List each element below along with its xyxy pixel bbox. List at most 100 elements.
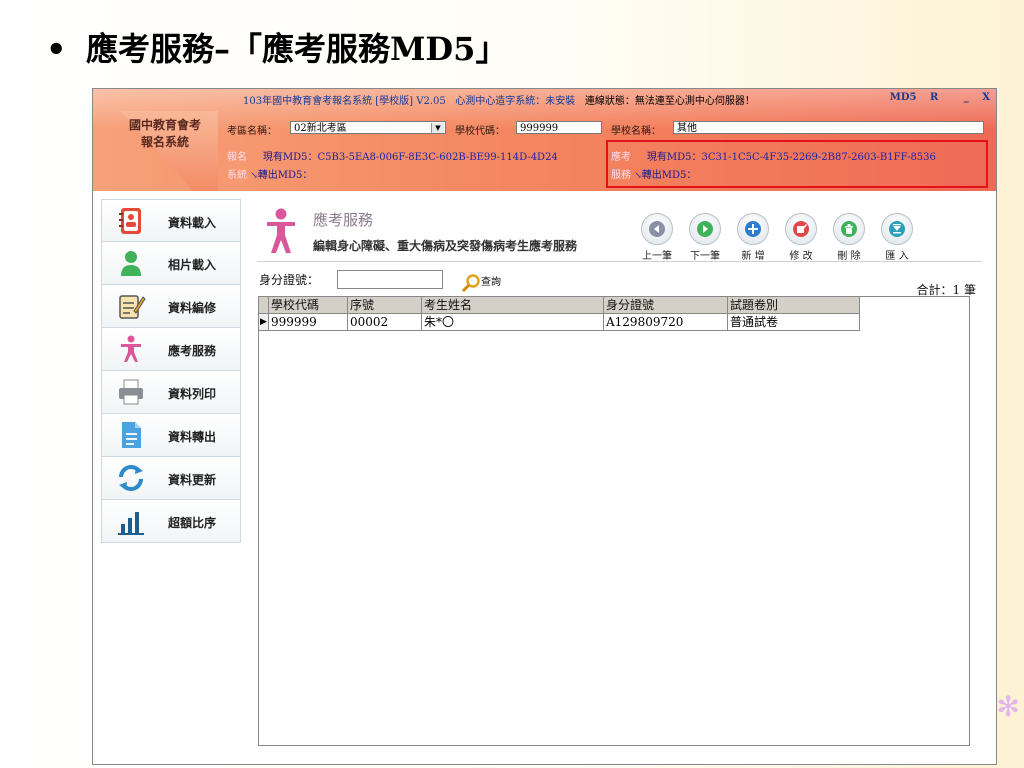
- import-icon: [889, 221, 905, 237]
- table-cell[interactable]: A129809720: [604, 314, 728, 331]
- r-button[interactable]: R: [930, 92, 938, 103]
- sidebar-item-label: 相片載入: [168, 258, 217, 272]
- person-icon: [121, 251, 141, 276]
- query-label: 查詢: [481, 277, 501, 288]
- column-header[interactable]: 考生姓名: [422, 297, 604, 314]
- table-cell[interactable]: 朱*〇: [422, 314, 604, 331]
- table-header-row: 學校代碼 序號 考生姓名 身分證號 試題卷別: [259, 297, 860, 314]
- main-panel: 應考服務 編輯身心障礙、重大傷病及突發傷病考生應考服務 上一筆 下一筆 新 增 …: [257, 199, 982, 757]
- query-button[interactable]: 查詢: [461, 273, 501, 292]
- bridge-status: 未安裝: [545, 96, 576, 107]
- exam-area-value: 02新北考區: [294, 123, 347, 134]
- row-selector-icon[interactable]: ▶: [259, 314, 269, 331]
- app-titlebar: 103年國中教育會考報名系統 [學校版] V2.05 心測中心造字系統：未安裝 …: [243, 92, 755, 107]
- school-name-field[interactable]: 其他: [673, 121, 984, 134]
- highlight-box: [606, 140, 988, 188]
- toolbar-label: 修 改: [789, 251, 813, 262]
- close-button[interactable]: X: [982, 92, 990, 103]
- sidebar-item-data-load[interactable]: 資料載入: [101, 199, 241, 242]
- printer-icon: [119, 379, 143, 405]
- reg-current-md5: 報名 現有MD5：C5B3-5EA8-006F-8E3C-602B-BE99-1…: [227, 148, 558, 163]
- sidebar-item-label: 資料更新: [168, 473, 217, 487]
- toolbar-label: 下一筆: [690, 251, 720, 262]
- reg-current-label: 現有MD5：: [262, 152, 318, 163]
- sidebar-item-label: 資料編修: [168, 301, 217, 315]
- window-buttons: MD5 R _ X: [880, 92, 990, 103]
- row-header-cell: [259, 297, 269, 314]
- app-window: 103年國中教育會考報名系統 [學校版] V2.05 心測中心造字系統：未安裝 …: [92, 88, 997, 765]
- sidebar-item-export[interactable]: 資料轉出: [101, 414, 241, 457]
- slide-title: • 應考服務–「應考服務MD5」: [46, 24, 507, 70]
- toolbar-label: 刪 除: [837, 251, 861, 262]
- app-header: 103年國中教育會考報名系統 [學校版] V2.05 心測中心造字系統：未安裝 …: [93, 89, 996, 191]
- app-title: 103年國中教育會考報名系統 [學校版] V2.05: [243, 96, 446, 107]
- table-row[interactable]: ▶ 999999 00002 朱*〇 A129809720 普通試卷: [259, 314, 860, 331]
- reg-side-label: 報名: [227, 152, 247, 163]
- id-number-input[interactable]: [337, 270, 443, 289]
- exam-area-label: 考區名稱：: [227, 126, 277, 137]
- sidebar-item-ranking[interactable]: 超額比序: [101, 500, 241, 543]
- sidebar-item-label: 資料載入: [168, 216, 217, 230]
- reg-export-md5: 系統 ↘轉出MD5：: [227, 166, 312, 181]
- id-number-label: 身分證號：: [259, 273, 320, 287]
- accessibility-person-icon: [267, 208, 295, 253]
- add-button[interactable]: 新 增: [731, 213, 775, 262]
- sidebar-item-print[interactable]: 資料列印: [101, 371, 241, 414]
- table-cell[interactable]: 普通試卷: [728, 314, 860, 331]
- reg-current-value: C5B3-5EA8-006F-8E3C-602B-BE99-114D-4D24: [317, 152, 558, 163]
- toolbar-label: 新 增: [741, 251, 765, 262]
- data-table: 學校代碼 序號 考生姓名 身分證號 試題卷別 ▶ 999999 00002 朱*…: [258, 296, 970, 746]
- column-header[interactable]: 試題卷別: [728, 297, 860, 314]
- toolbar-label: 上一筆: [642, 251, 672, 262]
- toolbar-label: 匯 入: [885, 251, 909, 262]
- logo-line1: 國中教育會考: [129, 118, 202, 132]
- delete-button[interactable]: 刪 除: [827, 213, 871, 262]
- chevron-down-icon[interactable]: ▼: [431, 123, 444, 133]
- flower-decoration-icon: ✻: [996, 690, 1020, 723]
- sidebar-item-data-edit[interactable]: 資料編修: [101, 285, 241, 328]
- connection-status: 無法連至心測中心伺服器！: [634, 96, 755, 107]
- next-arrow-icon: [697, 221, 713, 237]
- content-area: 資料載入 相片載入 資料編修 應考服務 資料列印 資料轉出 資料更新 超額比序 …: [101, 199, 988, 757]
- sidebar-item-label: 應考服務: [168, 344, 217, 358]
- slide-title-text: 應考服務–「應考服務MD5」: [86, 30, 508, 68]
- page-title: 應考服務: [313, 211, 374, 229]
- prev-record-button[interactable]: 上一筆: [635, 213, 679, 262]
- bar-chart-icon: [118, 512, 144, 535]
- exam-area-select[interactable]: 02新北考區 ▼: [290, 121, 446, 134]
- md5-button[interactable]: MD5: [890, 92, 917, 103]
- sidebar-item-exam-service[interactable]: 應考服務: [101, 328, 241, 371]
- table-cell[interactable]: 00002: [348, 314, 422, 331]
- import-button[interactable]: 匯 入: [875, 213, 919, 262]
- accessibility-person-icon: [121, 335, 141, 362]
- sidebar-item-update[interactable]: 資料更新: [101, 457, 241, 500]
- refresh-icon: [119, 465, 143, 491]
- table-cell[interactable]: 999999: [269, 314, 348, 331]
- sidebar-item-label: 超額比序: [168, 516, 217, 530]
- sidebar: 資料載入 相片載入 資料編修 應考服務 資料列印 資料轉出 資料更新 超額比序: [101, 199, 241, 543]
- contacts-book-icon: [119, 208, 141, 234]
- logo-line2: 報名系統: [141, 135, 190, 149]
- column-header[interactable]: 身分證號: [604, 297, 728, 314]
- divider: [257, 261, 982, 262]
- next-record-button[interactable]: 下一筆: [683, 213, 727, 262]
- sidebar-item-photo-load[interactable]: 相片載入: [101, 242, 241, 285]
- trash-icon: [841, 221, 857, 237]
- reg-side-label2: 系統: [227, 170, 247, 181]
- arrow-icon: ↘: [250, 171, 258, 181]
- plus-icon: [745, 221, 761, 237]
- column-header[interactable]: 學校代碼: [269, 297, 348, 314]
- edit-document-icon: [119, 295, 146, 319]
- column-header[interactable]: 序號: [348, 297, 422, 314]
- edit-icon: [793, 221, 809, 237]
- search-icon: [461, 273, 480, 292]
- bridge-label: 心測中心造字系統：: [455, 96, 546, 107]
- bullet-point: •: [46, 30, 67, 68]
- modify-button[interactable]: 修 改: [779, 213, 823, 262]
- export-document-icon: [122, 422, 141, 448]
- app-logo: 國中教育會考 報名系統: [129, 117, 201, 151]
- minimize-button[interactable]: _: [964, 92, 969, 103]
- school-code-field[interactable]: 999999: [516, 121, 602, 134]
- connection-label: 連線狀態：: [584, 96, 635, 107]
- page-subtitle: 編輯身心障礙、重大傷病及突發傷病考生應考服務: [313, 239, 578, 253]
